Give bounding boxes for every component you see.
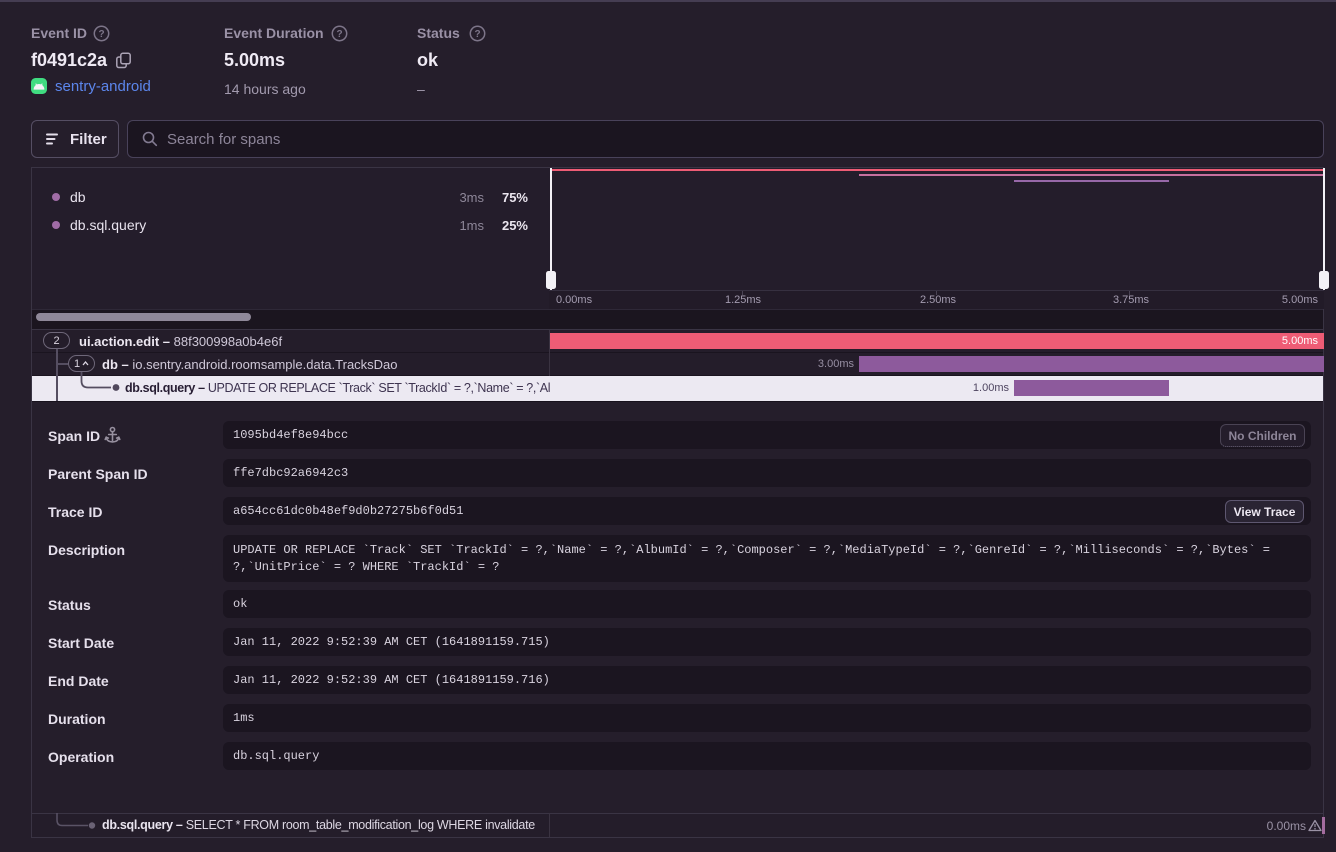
svg-text:?: ? [336,29,342,40]
svg-text:?: ? [474,29,480,40]
svg-text:?: ? [98,29,104,40]
